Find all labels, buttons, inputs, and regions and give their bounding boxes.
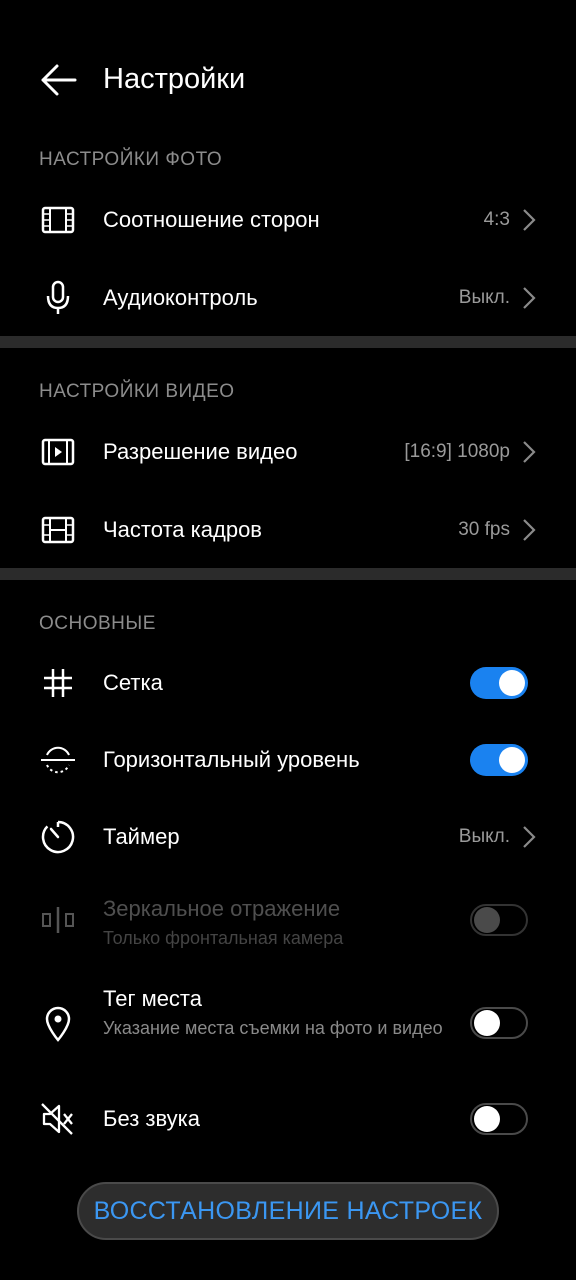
section-title-video: НАСТРОЙКИ ВИДЕО	[39, 381, 235, 402]
video-resolution-icon	[38, 432, 78, 472]
chevron-right-icon	[523, 826, 536, 848]
setting-label: Частота кадров	[103, 517, 262, 542]
mute-icon	[38, 1099, 78, 1139]
setting-label: Зеркальное отражение	[103, 896, 341, 921]
setting-location-tag[interactable]: Тег места Указание места съемки на фото …	[0, 982, 576, 1068]
setting-value: Выкл.	[458, 287, 510, 308]
horizon-level-icon	[38, 740, 78, 780]
grid-icon	[38, 663, 78, 703]
reset-settings-button[interactable]: ВОССТАНОВЛЕНИЕ НАСТРОЕК	[77, 1182, 499, 1240]
toggle-knob	[499, 747, 525, 773]
setting-mute[interactable]: Без звука	[0, 1089, 576, 1149]
setting-value: [16:9] 1080p	[404, 441, 510, 462]
setting-sublabel: Указание места съемки на фото и видео	[103, 1018, 443, 1038]
section-divider	[0, 336, 576, 348]
setting-mirror: Зеркальное отражение Только фронтальная …	[0, 890, 576, 954]
setting-label: Горизонтальный уровень	[103, 747, 360, 772]
mute-toggle[interactable]	[470, 1103, 528, 1135]
toggle-knob	[474, 1010, 500, 1036]
setting-sublabel: Только фронтальная камера	[103, 928, 344, 948]
setting-video-resolution[interactable]: Разрешение видео [16:9] 1080p	[0, 422, 576, 482]
setting-horizon-level[interactable]: Горизонтальный уровень	[0, 730, 576, 790]
chevron-right-icon	[523, 209, 536, 231]
setting-frame-rate[interactable]: Частота кадров 30 fps	[0, 500, 576, 560]
film-icon	[38, 510, 78, 550]
chevron-right-icon	[523, 441, 536, 463]
microphone-icon	[38, 278, 78, 318]
toggle-knob	[474, 907, 500, 933]
chevron-right-icon	[523, 519, 536, 541]
location-pin-icon	[38, 1004, 78, 1044]
setting-value: 30 fps	[458, 519, 510, 540]
timer-icon	[38, 817, 78, 857]
setting-label: Без звука	[103, 1106, 201, 1131]
chevron-right-icon	[523, 287, 536, 309]
section-divider	[0, 568, 576, 580]
section-title-photo: НАСТРОЙКИ ФОТО	[39, 149, 223, 170]
setting-aspect-ratio[interactable]: Соотношение сторон 4:3	[0, 190, 576, 250]
grid-toggle[interactable]	[470, 667, 528, 699]
location-tag-toggle[interactable]	[470, 1007, 528, 1039]
setting-label: Тег места	[103, 986, 202, 1011]
setting-label: Соотношение сторон	[103, 207, 320, 232]
setting-value: Выкл.	[458, 826, 510, 847]
setting-audio-control[interactable]: Аудиоконтроль Выкл.	[0, 268, 576, 328]
aspect-ratio-icon	[38, 200, 78, 240]
mirror-icon	[38, 900, 78, 940]
section-title-general: ОСНОВНЫЕ	[39, 613, 156, 634]
toggle-knob	[474, 1106, 500, 1132]
setting-grid[interactable]: Сетка	[0, 653, 576, 713]
setting-timer[interactable]: Таймер Выкл.	[0, 807, 576, 867]
page-title: Настройки	[103, 63, 246, 95]
horizon-level-toggle[interactable]	[470, 744, 528, 776]
setting-label: Таймер	[103, 824, 180, 849]
back-button[interactable]	[36, 58, 80, 102]
setting-label: Разрешение видео	[103, 439, 298, 464]
arrow-left-icon	[41, 64, 77, 96]
setting-label: Сетка	[103, 670, 163, 695]
setting-label: Аудиоконтроль	[103, 285, 258, 310]
toggle-knob	[499, 670, 525, 696]
mirror-toggle	[470, 904, 528, 936]
setting-value: 4:3	[483, 209, 510, 230]
